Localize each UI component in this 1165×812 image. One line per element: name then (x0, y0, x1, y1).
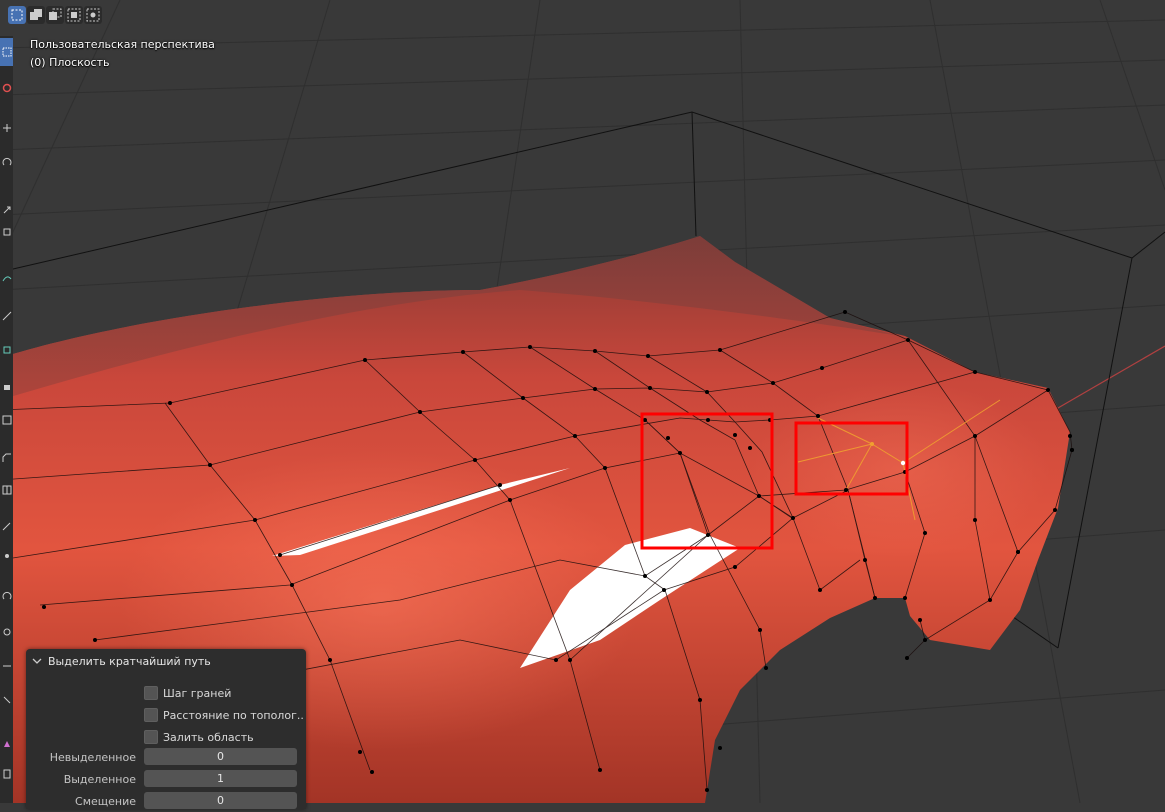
tool-shelf (0, 36, 13, 803)
select-box-icon[interactable] (0, 38, 13, 66)
poly-build-icon[interactable] (0, 542, 13, 570)
chevron-down-icon (32, 658, 42, 664)
face-stepping-label: Шаг граней (163, 686, 232, 700)
object-name-label: (0) Плоскость (30, 56, 110, 69)
face-stepping-checkbox[interactable] (144, 686, 158, 700)
selected-vertex (870, 442, 874, 446)
deselected-label: Невыделенное (49, 751, 136, 764)
bevel-icon[interactable] (0, 444, 13, 472)
invert-selection-icon[interactable] (65, 6, 83, 24)
view-name-label: Пользовательская перспектива (30, 38, 215, 51)
option-face-stepping[interactable]: Шаг граней (26, 683, 306, 703)
extrude-icon[interactable] (0, 372, 13, 400)
extend-selection-icon[interactable] (27, 6, 45, 24)
annotate-icon[interactable] (0, 264, 13, 292)
operator-title: Выделить кратчайший путь (48, 654, 211, 668)
knife-icon[interactable] (0, 512, 13, 540)
selected-label: Выделенное (63, 773, 136, 786)
edge-slide-icon[interactable] (0, 652, 13, 680)
measure-icon[interactable] (0, 302, 13, 330)
topology-distance-label: Расстояние по тополог... (163, 708, 303, 722)
field-deselected: Невыделенное 0 (26, 748, 306, 768)
spin-icon[interactable] (0, 582, 13, 610)
fill-region-label: Залить область (163, 730, 254, 744)
loop-cut-icon[interactable] (0, 476, 13, 504)
rotate-icon[interactable] (0, 148, 13, 176)
smooth-icon[interactable] (0, 618, 13, 646)
field-offset: Смещение 0 (26, 792, 306, 812)
topology-distance-checkbox[interactable] (144, 708, 158, 722)
selected-input[interactable]: 1 (144, 770, 297, 787)
shrink-icon[interactable] (0, 686, 13, 714)
rip-icon[interactable] (0, 760, 13, 788)
operator-panel[interactable]: Выделить кратчайший путь Шаг граней Расс… (26, 649, 306, 809)
offset-label: Смещение (75, 795, 136, 808)
option-fill-region[interactable]: Залить область (26, 727, 306, 747)
option-topology-distance[interactable]: Расстояние по тополог... (26, 705, 306, 725)
subtract-selection-icon[interactable] (46, 6, 64, 24)
inset-icon[interactable] (0, 406, 13, 434)
move-icon[interactable] (0, 114, 13, 142)
active-vertex (900, 460, 906, 466)
new-selection-icon[interactable] (8, 6, 26, 24)
add-cube-icon[interactable] (0, 336, 13, 364)
3d-viewport[interactable]: Пользовательская перспектива (0) Плоскос… (0, 0, 1165, 809)
intersect-selection-icon[interactable] (84, 6, 102, 24)
transform-icon[interactable] (0, 218, 13, 246)
fill-region-checkbox[interactable] (144, 730, 158, 744)
cursor-icon[interactable] (0, 74, 13, 102)
deselected-input[interactable]: 0 (144, 748, 297, 765)
shear-icon[interactable] (0, 730, 13, 758)
field-selected: Выделенное 1 (26, 770, 306, 790)
selection-mode-group[interactable] (8, 6, 102, 24)
offset-input[interactable]: 0 (144, 792, 297, 809)
operator-panel-header[interactable]: Выделить кратчайший путь (26, 649, 306, 673)
